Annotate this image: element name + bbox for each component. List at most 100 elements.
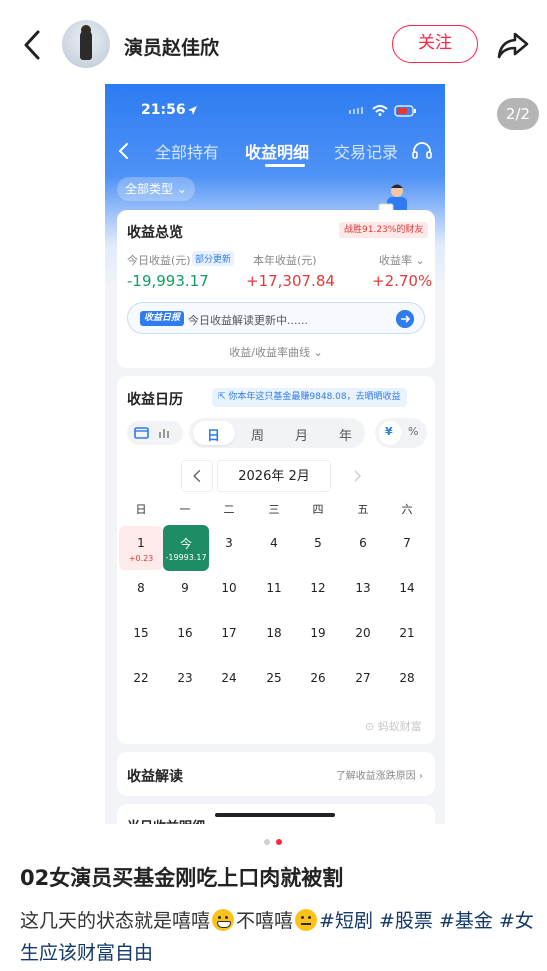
tab-holdings[interactable]: 全部持有 — [155, 139, 219, 163]
interpretation-title: 收益解读 — [127, 769, 183, 785]
day-number: 17 — [221, 626, 237, 640]
period-segment: 日 周 月 年 — [189, 418, 365, 448]
calendar-day[interactable]: 19 — [296, 616, 340, 660]
year-earnings-value: +17,307.84 — [246, 272, 335, 290]
share-icon[interactable] — [496, 28, 530, 62]
overview-title: 收益总览 — [127, 225, 183, 241]
headset-icon[interactable] — [411, 140, 433, 162]
day-number: 11 — [266, 581, 282, 595]
calendar-day[interactable]: 10 — [207, 571, 251, 615]
weekday-label: 四 — [312, 503, 324, 516]
post-image[interactable]: 21:56 全部持有 收益明细 交易记录 全部类型 ⌄ 收益总览 战胜91.23… — [105, 84, 445, 824]
day-number: 1 — [137, 536, 145, 550]
calendar-day[interactable]: 8 — [119, 571, 163, 615]
calendar-day[interactable]: 9 — [163, 571, 207, 615]
calendar-day[interactable]: 28 — [385, 661, 429, 705]
day-number: 5 — [314, 536, 322, 550]
unit-percent[interactable]: % — [408, 425, 418, 438]
daily-brief-bar[interactable]: 收益日报 今日收益解读更新中...... — [127, 302, 425, 334]
type-filter[interactable]: 全部类型 ⌄ — [117, 177, 195, 201]
prev-month-icon[interactable] — [181, 460, 213, 492]
unit-amount[interactable]: ¥ — [385, 425, 393, 438]
day-number: 10 — [221, 581, 237, 595]
next-month-icon[interactable] — [349, 468, 365, 484]
calendar-day[interactable]: 17 — [207, 616, 251, 660]
hashtag-link[interactable]: #短剧 — [319, 910, 373, 932]
day-number: 19 — [310, 626, 326, 640]
reason-link-text: 了解收益涨跌原因 — [335, 771, 416, 782]
calendar-day[interactable]: 15 — [119, 616, 163, 660]
calendar-day-today[interactable]: 今 -19993.17 — [163, 525, 209, 571]
carousel-dot-active[interactable] — [276, 839, 282, 845]
calendar-day[interactable]: 22 — [119, 661, 163, 705]
post-title: 02女演员买基金刚吃上口肉就被割 — [20, 866, 344, 890]
calendar-day[interactable]: 4 — [252, 526, 296, 570]
calendar-day[interactable]: 5 — [296, 526, 340, 570]
avatar[interactable] — [62, 20, 110, 68]
partial-update-badge: 部分更新 — [192, 251, 235, 266]
calendar-day[interactable]: 16 — [163, 616, 207, 660]
view-toggle[interactable] — [127, 420, 183, 446]
rate-label[interactable]: 收益率 ⌄ — [379, 252, 425, 268]
type-filter-label: 全部类型 — [125, 182, 174, 196]
weekday-label: 日 — [135, 503, 147, 516]
day-number: 14 — [399, 581, 415, 595]
calendar-day[interactable]: 26 — [296, 661, 340, 705]
day-number: 7 — [403, 536, 411, 550]
hashtag-link[interactable]: #基金 — [439, 910, 493, 932]
calendar-day-gain[interactable]: 1 +0.23 — [119, 526, 163, 570]
back-icon[interactable] — [117, 142, 131, 160]
period-day[interactable]: 日 — [207, 425, 220, 444]
period-year[interactable]: 年 — [339, 425, 352, 444]
arrow-right-icon[interactable] — [396, 310, 414, 328]
today-earnings-label: 今日收益(元) — [127, 254, 191, 267]
today-value: -19993.17 — [165, 553, 207, 562]
tab-transactions[interactable]: 交易记录 — [334, 139, 398, 163]
grin-emoji-icon — [212, 909, 235, 931]
reason-link[interactable]: 了解收益涨跌原因 › — [336, 767, 423, 782]
day-number: 12 — [310, 581, 326, 595]
overview-card: 收益总览 战胜91.23%的财友 今日收益(元) 部分更新 本年收益(元) 收益… — [117, 210, 435, 368]
calendar-day[interactable]: 20 — [341, 616, 385, 660]
calendar-day[interactable]: 13 — [341, 571, 385, 615]
calendar-day[interactable]: 23 — [163, 661, 207, 705]
weekday-label: 三 — [268, 503, 280, 516]
author-name[interactable]: 演员赵佳欣 — [124, 33, 219, 60]
calendar-day[interactable]: 6 — [341, 526, 385, 570]
hashtag-link[interactable]: #股票 — [379, 910, 433, 932]
calendar-day[interactable]: 7 — [385, 526, 429, 570]
calendar-day[interactable]: 3 — [207, 526, 251, 570]
day-number: 3 — [225, 536, 233, 550]
back-icon[interactable] — [18, 28, 46, 62]
calendar-day[interactable]: 14 — [385, 571, 429, 615]
calendar-day[interactable]: 27 — [341, 661, 385, 705]
month-label[interactable]: 2026年 2月 — [217, 460, 331, 492]
follow-button[interactable]: 关注 — [392, 25, 478, 63]
day-number: 22 — [133, 671, 149, 685]
carousel-dots — [262, 838, 286, 846]
share-promo[interactable]: ⇱ 你本年这只基金最赚9848.08，去晒晒收益 — [212, 388, 407, 407]
curve-link[interactable]: 收益/收益率曲线 ⌄ — [117, 344, 435, 360]
calendar-day[interactable]: 21 — [385, 616, 429, 660]
avatar-figure-shape — [80, 30, 92, 60]
today-label: 今 — [179, 537, 192, 551]
day-number: 27 — [355, 671, 371, 685]
day-number: 9 — [181, 581, 189, 595]
day-number: 15 — [133, 626, 149, 640]
calendar-day[interactable]: 11 — [252, 571, 296, 615]
carousel-dot[interactable] — [264, 839, 270, 845]
weekday-label: 二 — [223, 503, 235, 516]
day-gain-value: +0.23 — [128, 554, 154, 563]
calendar-card: 收益日历 ⇱ 你本年这只基金最赚9848.08，去晒晒收益 日 周 月 年 ¥ … — [117, 376, 435, 744]
calendar-day[interactable]: 24 — [207, 661, 251, 705]
calendar-day[interactable]: 12 — [296, 571, 340, 615]
rank-badge[interactable]: 战胜91.23%的财友 — [339, 222, 429, 238]
period-week[interactable]: 周 — [251, 425, 264, 444]
tab-earnings-detail[interactable]: 收益明细 — [245, 139, 309, 163]
calendar-day[interactable]: 18 — [252, 616, 296, 660]
home-indicator — [215, 813, 335, 817]
today-earnings-value: -19,993.17 — [127, 272, 209, 290]
calendar-day[interactable]: 25 — [252, 661, 296, 705]
period-month[interactable]: 月 — [295, 425, 308, 444]
interpretation-card[interactable]: 收益解读 了解收益涨跌原因 › — [117, 752, 435, 796]
